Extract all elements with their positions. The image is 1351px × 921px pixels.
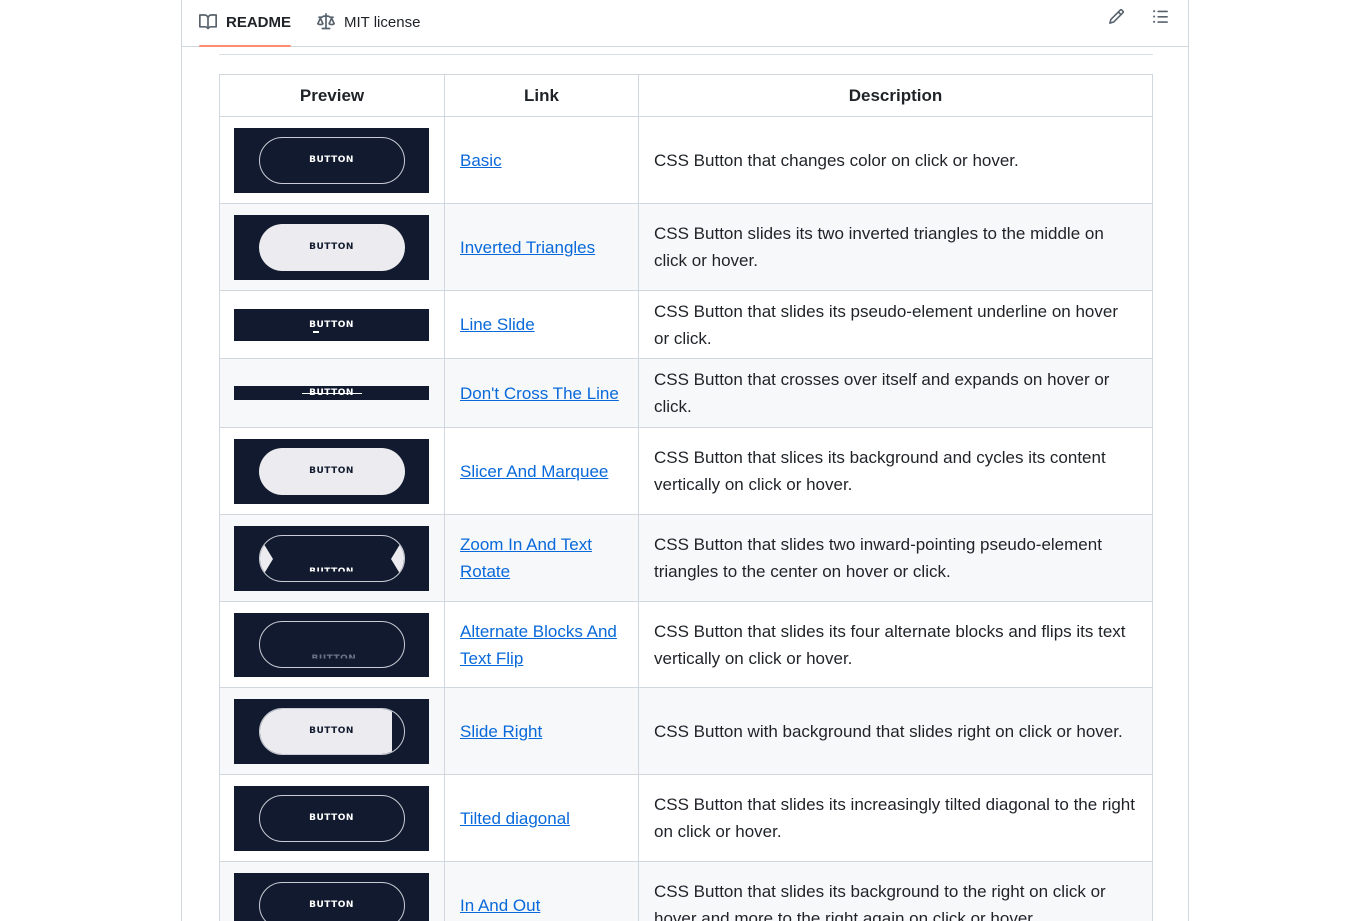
preview-cell: BUTTON — [219, 774, 445, 862]
triangle-left — [259, 535, 273, 581]
demo-link[interactable]: Slicer And Marquee — [460, 462, 608, 481]
description-cell: CSS Button that crosses over itself and … — [638, 358, 1153, 428]
demo-link[interactable]: Basic — [460, 151, 502, 170]
table-row: BUTTON In And Out CSS Button that slides… — [219, 861, 1153, 921]
preview-cell: BUTTON — [219, 290, 445, 359]
description-cell: CSS Button that slices its background an… — [638, 427, 1153, 515]
link-cell: Inverted Triangles — [444, 203, 639, 291]
tab-readme[interactable]: README — [199, 0, 292, 47]
description-cell: CSS Button that slides its four alternat… — [638, 601, 1153, 688]
triangle-right — [390, 535, 404, 581]
demo-link[interactable]: Slide Right — [460, 722, 542, 741]
readme-tab-bar: README MIT license — [182, 0, 1188, 47]
button-text: BUTTON — [309, 726, 354, 736]
book-icon — [199, 13, 217, 31]
preview-cell: BUTTON — [219, 427, 445, 515]
link-cell: Line Slide — [444, 290, 639, 359]
demo-link[interactable]: Tilted diagonal — [460, 809, 570, 828]
strike-line — [302, 393, 362, 394]
demo-link[interactable]: Zoom In And Text Rotate — [460, 535, 592, 581]
header-preview: Preview — [219, 74, 445, 117]
tab-license[interactable]: MIT license — [317, 0, 420, 46]
button-preview: BUTTON — [258, 534, 405, 582]
link-cell: In And Out — [444, 861, 639, 921]
table-row: BUTTON Zoom In And Text Rotate CSS Butto… — [219, 514, 1153, 602]
outline-button[interactable] — [1149, 8, 1171, 30]
section-divider — [219, 54, 1153, 55]
button-preview: BUTTON — [258, 707, 405, 755]
link-cell: Slide Right — [444, 687, 639, 775]
table-header-row: Preview Link Description — [219, 74, 1153, 117]
readme-panel: README MIT license Preview Link Descript… — [181, 0, 1189, 921]
description-cell: CSS Button that slides its background to… — [638, 861, 1153, 921]
preview-image: BUTTON — [234, 214, 429, 280]
preview-cell: BUTTON — [219, 203, 445, 291]
header-description: Description — [638, 74, 1153, 117]
preview-cell: BUTTON — [219, 358, 445, 428]
button-preview: BUTTON — [258, 447, 405, 495]
button-preview: BUTTON — [309, 319, 354, 330]
preview-image: BUTTON — [234, 785, 429, 851]
preview-cell: BUTTON — [219, 687, 445, 775]
description-cell: CSS Button that slides two inward-pointi… — [638, 514, 1153, 602]
header-link: Link — [444, 74, 639, 117]
list-icon — [1152, 8, 1169, 30]
table-row: BUTTON Don't Cross The Line CSS Button t… — [219, 358, 1153, 428]
link-cell: Don't Cross The Line — [444, 358, 639, 428]
description-cell: CSS Button that changes color on click o… — [638, 116, 1153, 204]
preview-cell: BUTTON — [219, 116, 445, 204]
demo-link[interactable]: Inverted Triangles — [460, 238, 595, 257]
button-preview: BUTTON — [258, 794, 405, 842]
table-row: BUTTON Basic CSS Button that changes col… — [219, 116, 1153, 204]
demo-link[interactable]: Line Slide — [460, 315, 535, 334]
description-cell: CSS Button slides its two inverted trian… — [638, 203, 1153, 291]
button-preview: BUTTON — [258, 621, 405, 668]
underline-mark — [313, 330, 319, 333]
description-cell: CSS Button that slides its pseudo-elemen… — [638, 290, 1153, 359]
table-row: BUTTON Line Slide CSS Button that slides… — [219, 290, 1153, 359]
edit-file-button[interactable] — [1105, 8, 1127, 30]
preview-image: BUTTON — [234, 308, 429, 341]
preview-cell: BUTTON — [219, 514, 445, 602]
buttons-table: Preview Link Description BUTTON Basic CS… — [219, 74, 1153, 921]
description-cell: CSS Button with background that slides r… — [638, 687, 1153, 775]
preview-image: BUTTON — [234, 525, 429, 591]
demo-link[interactable]: In And Out — [460, 896, 540, 915]
preview-image: BUTTON — [234, 698, 429, 764]
preview-image: BUTTON — [234, 612, 429, 677]
tab-readme-label: README — [226, 13, 292, 31]
law-scale-icon — [317, 13, 335, 31]
link-cell: Zoom In And Text Rotate — [444, 514, 639, 602]
table-row: BUTTON Inverted Triangles CSS Button sli… — [219, 203, 1153, 291]
flipped-text: BUTTON — [311, 654, 357, 664]
preview-image: BUTTON — [234, 386, 429, 400]
link-cell: Alternate Blocks And Text Flip — [444, 601, 639, 688]
rotated-text: BUTTON — [309, 567, 354, 577]
description-cell: CSS Button that slides its increasingly … — [638, 774, 1153, 862]
link-cell: Tilted diagonal — [444, 774, 639, 862]
table-row: BUTTON Slide Right CSS Button with backg… — [219, 687, 1153, 775]
preview-image: BUTTON — [234, 127, 429, 193]
preview-cell: BUTTON — [219, 861, 445, 921]
button-preview: BUTTON — [258, 881, 405, 921]
demo-link[interactable]: Alternate Blocks And Text Flip — [460, 622, 617, 668]
button-preview: BUTTON — [258, 223, 405, 271]
table-row: BUTTON Slicer And Marquee CSS Button tha… — [219, 427, 1153, 515]
table-row: BUTTON Alternate Blocks And Text Flip CS… — [219, 601, 1153, 688]
table-row: BUTTON Tilted diagonal CSS Button that s… — [219, 774, 1153, 862]
preview-cell: BUTTON — [219, 601, 445, 688]
pencil-icon — [1108, 8, 1125, 30]
button-preview: BUTTON — [258, 136, 405, 184]
preview-image: BUTTON — [234, 438, 429, 504]
preview-image: BUTTON — [234, 872, 429, 921]
link-cell: Slicer And Marquee — [444, 427, 639, 515]
link-cell: Basic — [444, 116, 639, 204]
tab-license-label: MIT license — [344, 13, 421, 31]
demo-link[interactable]: Don't Cross The Line — [460, 384, 619, 403]
